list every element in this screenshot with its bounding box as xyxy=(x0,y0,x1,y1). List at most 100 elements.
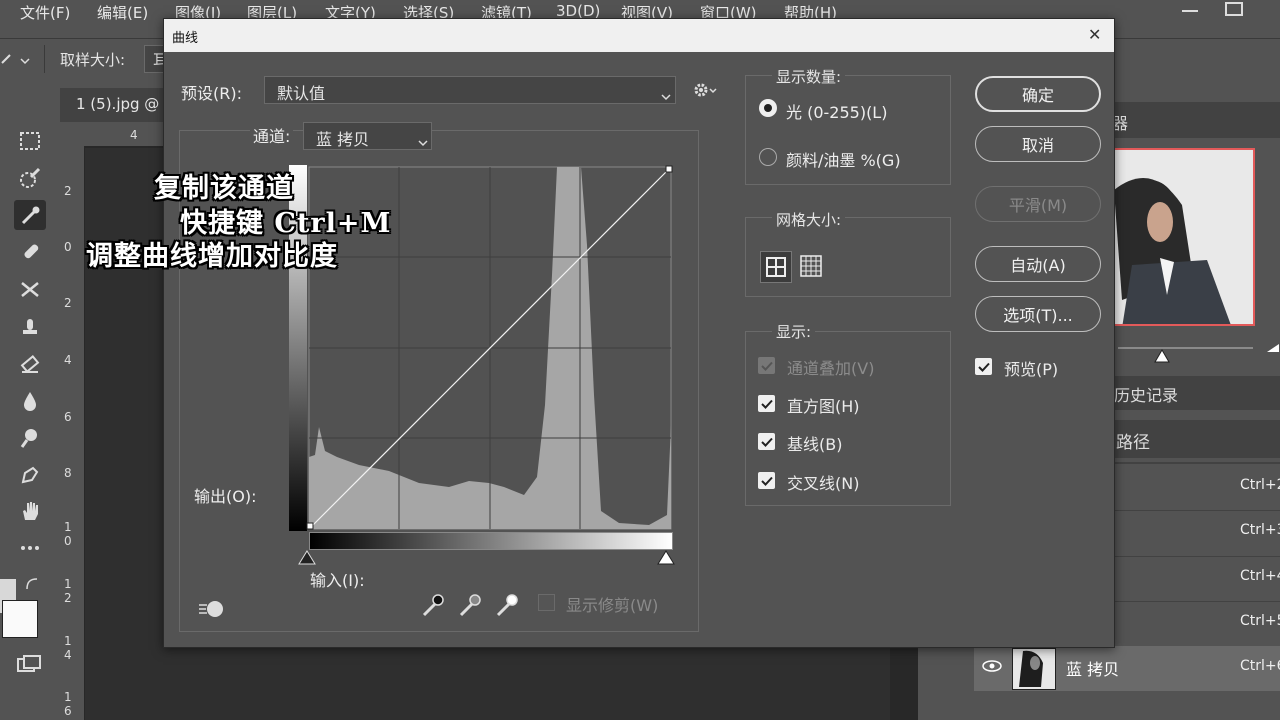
channel-select[interactable]: 蓝 拷贝 xyxy=(303,122,432,150)
eraser-icon[interactable] xyxy=(14,349,46,379)
channel-shortcut: Ctrl+4 xyxy=(1240,568,1280,584)
ruler-tick: 1 6 xyxy=(64,690,72,718)
gray-eyedropper-icon[interactable] xyxy=(458,592,482,622)
sample-size-label: 取样大小: xyxy=(60,51,126,69)
input-gradient-bar xyxy=(309,532,673,550)
preset-options-gear-icon[interactable] xyxy=(692,81,718,103)
ruler-tick: 2 xyxy=(64,184,72,198)
white-eyedropper-icon[interactable] xyxy=(495,592,519,622)
ruler-tick: 8 xyxy=(64,466,72,480)
paths-tab[interactable]: 路径 xyxy=(1116,428,1150,453)
eyedropper-preset-icon[interactable] xyxy=(0,51,14,65)
auto-button[interactable]: 自动(A) xyxy=(975,246,1101,282)
channel-shortcut: Ctrl+6 xyxy=(1240,658,1280,674)
paths-tab-bar: 路径 xyxy=(1108,420,1280,458)
pigment-radio[interactable] xyxy=(759,148,777,166)
grid-size-title: 网格大小: xyxy=(772,209,846,230)
black-eyedropper-icon[interactable] xyxy=(421,592,445,622)
smooth-button[interactable]: 平滑(M) xyxy=(975,186,1101,222)
ok-button[interactable]: 确定 xyxy=(975,76,1101,112)
zoom-slider-thumb[interactable] xyxy=(1154,349,1170,367)
chevron-down-icon[interactable] xyxy=(20,53,30,69)
history-tab-bar: 历史记录 xyxy=(1108,376,1280,410)
light-label: 光 (0-255)(L) xyxy=(786,103,888,122)
healing-brush-icon[interactable] xyxy=(14,236,46,266)
channel-thumbnail xyxy=(1012,648,1056,690)
marquee-icon[interactable] xyxy=(14,126,46,156)
intersection-label: 交叉线(N) xyxy=(787,474,860,493)
ruler-tick: 4 xyxy=(64,353,72,367)
light-radio[interactable] xyxy=(759,99,777,117)
show-title: 显示: xyxy=(772,321,816,342)
channel-overlay-label: 通道叠加(V) xyxy=(787,359,875,378)
ruler-tick: 4 xyxy=(130,128,138,142)
channel-shortcut: Ctrl+5 xyxy=(1240,613,1280,629)
channel-row-active[interactable]: 蓝 拷贝 Ctrl+6 xyxy=(974,646,1280,691)
ruler-tick: 0 xyxy=(64,240,72,254)
screen-mode-icon[interactable] xyxy=(16,654,42,678)
caption-line-3: 调整曲线增加对比度 xyxy=(86,241,338,272)
baseline-checkbox[interactable] xyxy=(758,433,775,450)
minimize-icon[interactable] xyxy=(1182,10,1198,12)
pigment-label: 颜料/油墨 %(G) xyxy=(786,151,901,170)
preset-value: 默认值 xyxy=(277,84,326,103)
zoom-in-icon[interactable] xyxy=(1266,341,1280,357)
divider xyxy=(44,45,45,73)
options-button[interactable]: 选项(T)... xyxy=(975,296,1101,332)
channel-overlay-checkbox[interactable] xyxy=(758,357,775,374)
chevron-down-icon xyxy=(418,132,428,151)
hand-icon[interactable] xyxy=(14,496,46,526)
dodge-icon[interactable] xyxy=(14,423,46,453)
chevron-down-icon xyxy=(661,86,671,105)
eye-icon[interactable] xyxy=(982,659,1002,677)
navigator-preview[interactable] xyxy=(1110,148,1255,326)
menu-edit[interactable]: 编辑(E) xyxy=(97,2,148,23)
channel-value: 蓝 拷贝 xyxy=(316,130,370,149)
pen-icon[interactable] xyxy=(14,460,46,490)
histogram-checkbox[interactable] xyxy=(758,395,775,412)
more-tools-icon[interactable] xyxy=(14,533,46,563)
ruler-tick: 1 2 xyxy=(64,577,72,605)
cancel-button[interactable]: 取消 xyxy=(975,126,1101,162)
input-label: 输入(I): xyxy=(310,571,365,590)
ruler-tick: 2 xyxy=(64,296,72,310)
ruler-tick: 6 xyxy=(64,410,72,424)
tools-panel xyxy=(0,118,58,720)
ruler-tick: 1 0 xyxy=(64,520,72,548)
blur-icon[interactable] xyxy=(14,386,46,416)
restore-icon[interactable] xyxy=(1225,2,1243,16)
white-point-slider[interactable] xyxy=(657,550,675,570)
baseline-label: 基线(B) xyxy=(787,435,843,454)
curves-dialog: 曲线 ✕ 预设(R): 默认值 通道: 蓝 拷贝 输出(O): 输入(I): 显… xyxy=(163,18,1115,648)
show-amount-title: 显示数量: xyxy=(772,66,846,87)
detailed-grid-icon[interactable] xyxy=(800,255,822,281)
swap-colors-icon[interactable] xyxy=(24,576,40,596)
history-tab[interactable]: 历史记录 xyxy=(1114,382,1178,406)
dialog-titlebar: 曲线 ✕ xyxy=(164,19,1114,52)
histogram-label: 直方图(H) xyxy=(787,397,860,416)
zoom-slider[interactable] xyxy=(1118,347,1253,349)
preview-checkbox[interactable] xyxy=(975,358,992,375)
channel-shortcut: Ctrl+2 xyxy=(1240,477,1280,493)
output-label: 输出(O): xyxy=(194,487,257,506)
intersection-checkbox[interactable] xyxy=(758,472,775,489)
vertical-ruler: 2 0 2 4 6 8 1 0 1 2 1 4 1 6 xyxy=(60,122,84,720)
eyedropper-icon[interactable] xyxy=(14,200,46,230)
channel-name: 蓝 拷贝 xyxy=(1066,660,1120,679)
caption-line-1: 复制该通道 xyxy=(154,173,294,204)
preset-select[interactable]: 默认值 xyxy=(264,76,676,104)
menu-file[interactable]: 文件(F) xyxy=(20,2,70,23)
channel-label: 通道: xyxy=(250,123,294,147)
simple-grid-icon[interactable] xyxy=(760,251,792,283)
close-icon[interactable]: ✕ xyxy=(1088,25,1101,44)
preset-label: 预设(R): xyxy=(181,84,242,103)
brush-icon[interactable] xyxy=(14,274,46,304)
show-clipping-label: 显示修剪(W) xyxy=(566,596,659,615)
show-clipping-checkbox[interactable] xyxy=(538,594,555,611)
document-tab[interactable]: 1 (5).jpg @ xyxy=(76,95,159,113)
channel-shortcut: Ctrl+3 xyxy=(1240,522,1280,538)
curve-adjust-hand-icon[interactable] xyxy=(197,597,225,623)
background-color-swatch[interactable] xyxy=(2,600,38,638)
clone-stamp-icon[interactable] xyxy=(14,311,46,341)
quick-select-icon[interactable] xyxy=(14,163,46,193)
